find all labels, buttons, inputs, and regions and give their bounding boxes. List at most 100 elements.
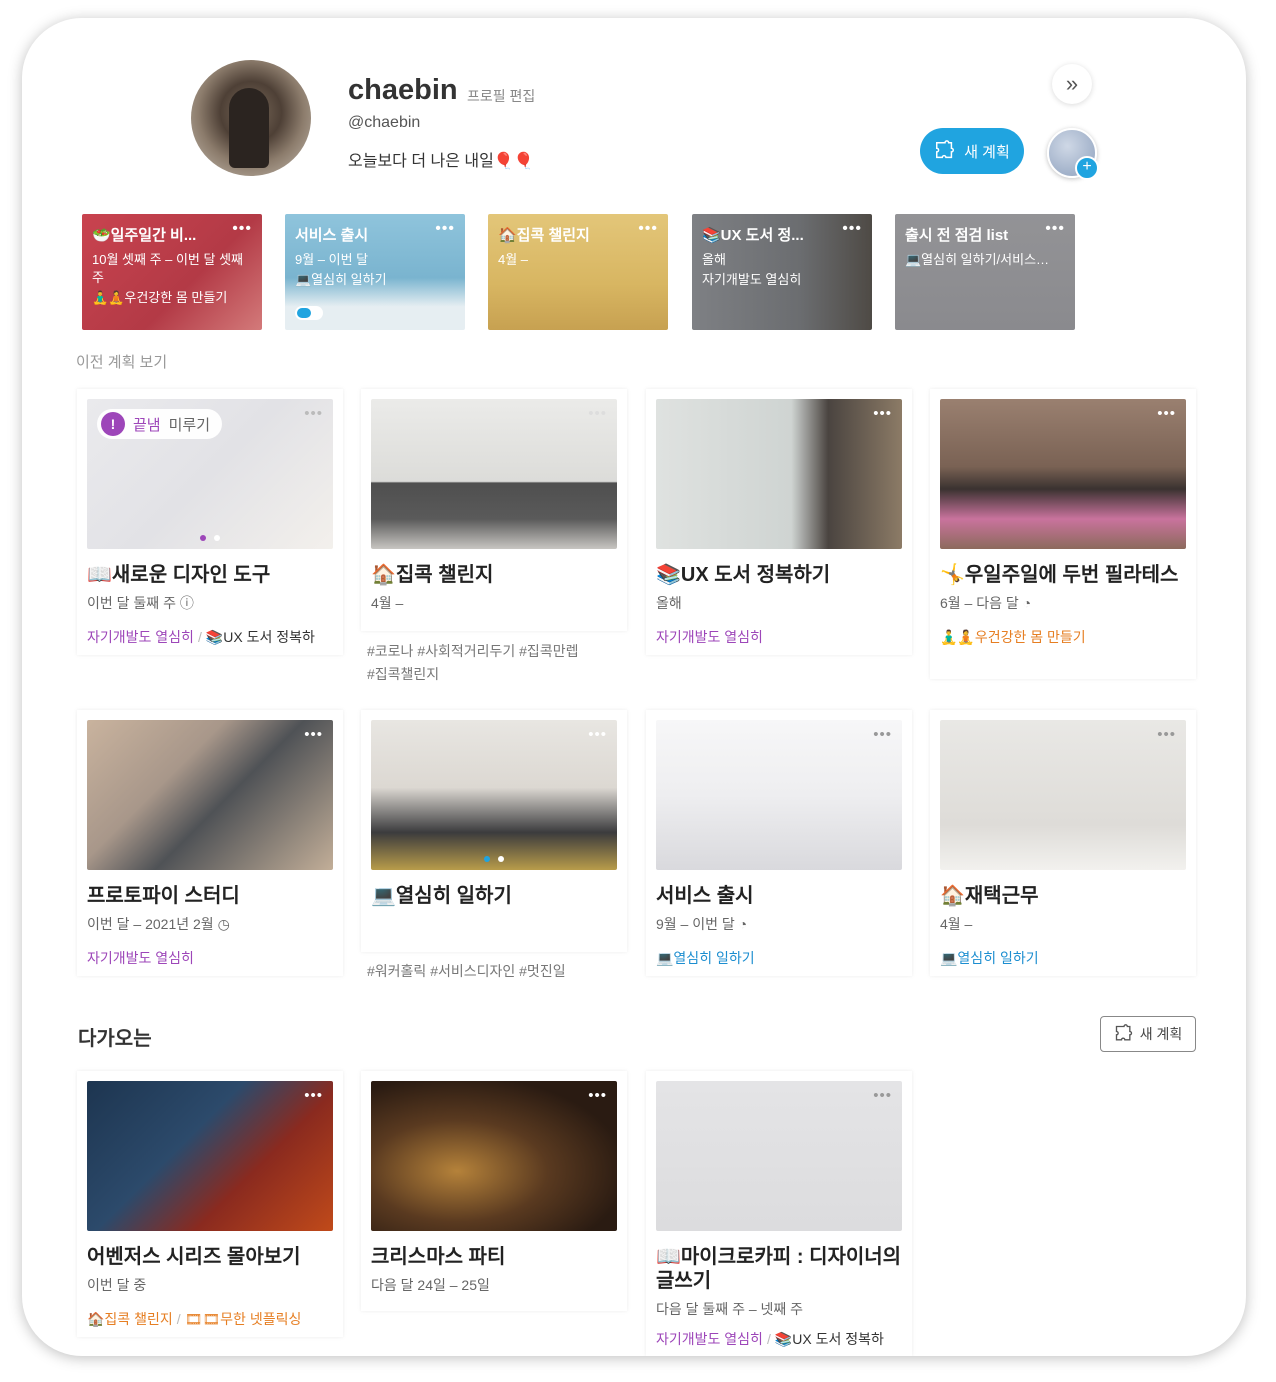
plan-image: ! 끝냄 미루기 ••• [87,399,333,549]
active-plan-card[interactable]: 서비스 출시 9월 – 이번 달 💻열심히 일하기 ••• [285,214,465,330]
plan-tag[interactable]: 📚UX 도서 정복하 [206,629,315,645]
plan-card[interactable]: ••• 서비스 출시 9월 – 이번 달 ◔ 💻열심히 일하기 [646,710,912,976]
more-dots-icon[interactable]: ••• [1157,405,1176,422]
hashtag-line: #집콕챌린지 [367,666,440,682]
plan-title: 📖새로운 디자인 도구 [87,564,271,586]
more-dots-icon[interactable]: ••• [435,220,455,238]
active-plans-strip: 🥗일주일간 비... 10월 셋째 주 – 이번 달 셋째 주 🧘‍♂️🧘우건강… [76,208,1082,332]
plan-image: ••• [940,720,1186,870]
plan-period: 이번 달 둘째 주 ⓘ [87,595,194,611]
plan-tag[interactable]: 자기개발도 열심히 [87,950,194,966]
plan-period: 6월 – 다음 달 ◔ [940,595,1032,611]
plan-period: 4월 – [940,916,973,932]
add-member-avatar[interactable]: + [1047,128,1099,180]
more-dots-icon[interactable]: ••• [588,1087,607,1104]
active-plan-tag: 💻열심히 일하기 [295,272,387,287]
plan-tag[interactable]: 💻열심히 일하기 [940,950,1039,966]
plan-card[interactable]: ••• 프로토파이 스터디 이번 달 – 2021년 2월 ◷ 자기개발도 열심… [77,710,343,976]
active-plan-card[interactable]: 🏠집콕 챌린지 4월 – ••• [488,214,668,330]
more-dots-icon[interactable]: ••• [304,405,323,422]
plan-image: ••• [656,720,902,870]
plan-hashtags: #워커홀릭 #서비스디자인 #멋진일 [367,960,566,983]
more-dots-icon[interactable]: ••• [1045,220,1065,238]
edit-profile-link[interactable]: 프로필 편집 [467,86,535,106]
upcoming-heading: 다가오는 [78,1028,152,1050]
postpone-button[interactable]: 미루기 [169,414,210,435]
plan-tag[interactable]: 자기개발도 열심히 [656,629,763,645]
upcoming-plan-card[interactable]: ••• 어벤저스 시리즈 몰아보기 이번 달 중 🏠집콕 챌린지 / 🎞🎞무한 넷플… [77,1071,343,1337]
more-dots-icon[interactable]: ••• [873,726,892,743]
plan-tag[interactable]: 🧘‍♂️🧘우건강한 몸 만들기 [940,629,1086,645]
progress-toggle[interactable] [295,306,323,320]
plan-period: 다음 달 24일 – 25일 [371,1277,490,1293]
user-bio: 오늘보다 더 나은 내일🎈🎈 [348,153,534,170]
plan-tags: 자기개발도 열심히 / 📚UX 도서 정복하 [87,629,315,645]
new-plan-label: 새 계획 [964,143,1010,161]
plan-period: 이번 달 – 2021년 2월 ◷ [87,916,230,932]
plan-image: ••• [371,720,617,870]
plan-card[interactable]: ! 끝냄 미루기 ••• 📖새로운 디자인 도구 이번 달 둘째 주 ⓘ 자기개… [77,389,343,655]
plan-title: 📖마이크로카피 : 디자이너의 글쓰기 [656,1246,902,1292]
more-dots-icon[interactable]: ••• [873,405,892,422]
alert-icon: ! [101,412,125,436]
plan-tag[interactable]: 🎞🎞무한 넷플릭싱 [185,1311,302,1327]
active-plan-period: 4월 – [498,252,529,267]
more-dots-icon[interactable]: ••• [588,726,607,743]
plan-image: ••• [87,1081,333,1231]
plan-title: 크리스마스 파티 [371,1246,506,1268]
active-plan-card[interactable]: 🥗일주일간 비... 10월 셋째 주 – 이번 달 셋째 주 🧘‍♂️🧘우건강… [82,214,262,330]
more-dots-icon[interactable]: ••• [638,220,658,238]
image-pager[interactable] [87,535,333,541]
puzzle-plus-icon [1115,1024,1132,1041]
upcoming-new-plan-button[interactable]: 새 계획 [1100,1016,1196,1052]
app-window: chaebin 프로필 편집 @chaebin 오늘보다 더 나은 내일🎈🎈 »… [22,18,1246,1356]
plan-tag[interactable]: 💻열심히 일하기 [656,950,755,966]
plan-tags: 자기개발도 열심히 / 📚UX 도서 정복하 [656,1331,884,1347]
plan-status-badge: ! 끝냄 미루기 [97,409,223,439]
done-button[interactable]: 끝냄 [133,414,161,435]
plan-image: ••• [656,1081,902,1231]
more-dots-icon[interactable]: ••• [873,1087,892,1104]
active-plan-title: 🏠집콕 챌린지 [498,227,590,244]
plan-tags: 💻열심히 일하기 [656,948,902,968]
hashtag-line: #워커홀릭 #서비스디자인 #멋진일 [367,963,566,979]
more-dots-icon[interactable]: ••• [842,220,862,238]
plan-image: ••• [371,1081,617,1231]
plan-tag[interactable]: 📚UX 도서 정복하 [775,1331,884,1347]
active-plan-period: 9월 – 이번 달 [295,252,369,267]
more-dots-icon[interactable]: ••• [588,405,607,422]
expand-panel-button[interactable]: » [1052,64,1092,104]
previous-plans-link[interactable]: 이전 계획 보기 [76,351,167,372]
active-plan-card[interactable]: 출시 전 점검 list 💻열심히 일하기/서비스… ••• [895,214,1075,330]
upcoming-plan-card[interactable]: ••• 📖마이크로카피 : 디자이너의 글쓰기 다음 달 둘째 주 – 넷째 주… [646,1071,912,1356]
plan-card[interactable]: ••• 🏠재택근무 4월 – 💻열심히 일하기 [930,710,1196,976]
upcoming-plan-card[interactable]: ••• 크리스마스 파티 다음 달 24일 – 25일 [361,1071,627,1311]
image-pager[interactable] [371,856,617,862]
active-plan-card[interactable]: 📚UX 도서 정... 올해 자기개발도 열심히 ••• [692,214,872,330]
plan-card[interactable]: ••• 💻열심히 일하기 [361,710,627,952]
double-chevron-right-icon: » [1065,71,1079,96]
active-plan-title: 📚UX 도서 정... [702,227,804,244]
more-dots-icon[interactable]: ••• [1157,726,1176,743]
more-dots-icon[interactable]: ••• [304,1087,323,1104]
profile-avatar[interactable] [191,60,311,176]
active-plan-title: 🥗일주일간 비... [92,227,197,244]
plan-card[interactable]: ••• 📚UX 도서 정복하기 올해 자기개발도 열심히 [646,389,912,655]
plan-image: ••• [656,399,902,549]
plan-tags: 🏠집콕 챌린지 / 🎞🎞무한 넷플릭싱 [87,1311,302,1327]
more-dots-icon[interactable]: ••• [304,726,323,743]
plan-tag[interactable]: 자기개발도 열심히 [656,1331,763,1347]
hashtag-line: #코로나 #사회적거리두기 #집콕만렙 [367,643,579,659]
plan-tag[interactable]: 🏠집콕 챌린지 [87,1311,173,1327]
plan-tag[interactable]: 자기개발도 열심히 [87,629,194,645]
more-dots-icon[interactable]: ••• [232,220,252,238]
plan-tags: 자기개발도 열심히 [656,627,902,647]
plan-card[interactable]: ••• 🤸우일주일에 두번 필라테스 6월 – 다음 달 ◔ 🧘‍♂️🧘우건강한… [930,389,1196,679]
new-plan-button[interactable]: 새 계획 [920,128,1024,174]
username: chaebin [348,74,458,106]
plan-image: ••• [940,399,1186,549]
plan-title: 💻열심히 일하기 [371,885,512,907]
user-handle: @chaebin [348,114,421,131]
plan-card[interactable]: ••• 🏠집콕 챌린지 4월 – [361,389,627,631]
plan-period: 4월 – [371,595,404,611]
